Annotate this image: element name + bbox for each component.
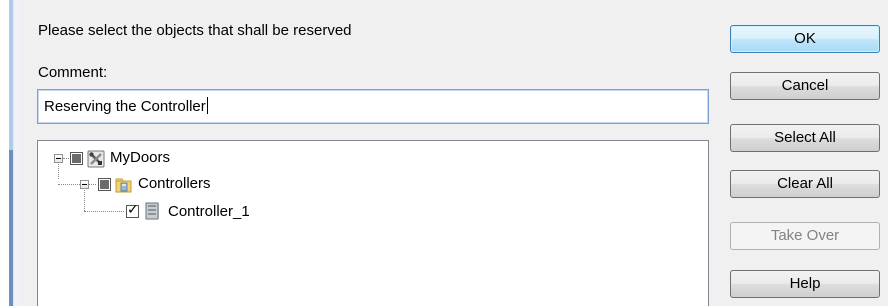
- tree-connector: [63, 158, 69, 159]
- checkbox-controller-1[interactable]: ✓: [126, 202, 139, 218]
- instruction-text: Please select the objects that shall be …: [38, 22, 352, 39]
- take-over-button[interactable]: Take Over: [730, 222, 880, 250]
- checkbox-mydoors[interactable]: [70, 152, 83, 165]
- tree-label-mydoors[interactable]: MyDoors: [110, 149, 170, 167]
- object-tree[interactable]: MyDoors Controllers ✓ Controller_1: [37, 140, 709, 306]
- text-caret: [206, 97, 208, 114]
- tree-connector: [58, 164, 59, 179]
- controller-device-icon: [145, 202, 159, 220]
- checkmark-icon: ✓: [127, 202, 139, 218]
- comment-label: Comment:: [38, 64, 108, 81]
- comment-input-value: Reserving the Controller: [44, 98, 206, 115]
- window-frame-edge: [0, 0, 22, 306]
- collapse-toggle-mydoors[interactable]: [54, 154, 63, 163]
- tools-folder-icon: [87, 150, 105, 168]
- frame-accent: [9, 150, 13, 306]
- tree-label-controller-1[interactable]: Controller_1: [168, 203, 250, 221]
- cancel-button[interactable]: Cancel: [730, 72, 880, 100]
- tree-connector: [58, 184, 80, 185]
- help-button[interactable]: Help: [730, 270, 880, 298]
- ok-button[interactable]: OK: [730, 25, 880, 53]
- comment-input[interactable]: Reserving the Controller: [37, 89, 709, 124]
- tree-connector: [84, 211, 124, 212]
- collapse-toggle-controllers[interactable]: [80, 180, 89, 189]
- tree-connector: [89, 184, 96, 185]
- select-all-button[interactable]: Select All: [730, 124, 880, 152]
- clear-all-button[interactable]: Clear All: [730, 170, 880, 198]
- folder-icon: [115, 178, 132, 193]
- tree-connector: [84, 190, 85, 211]
- tree-label-controllers[interactable]: Controllers: [138, 175, 211, 193]
- checkbox-controllers[interactable]: [98, 178, 111, 191]
